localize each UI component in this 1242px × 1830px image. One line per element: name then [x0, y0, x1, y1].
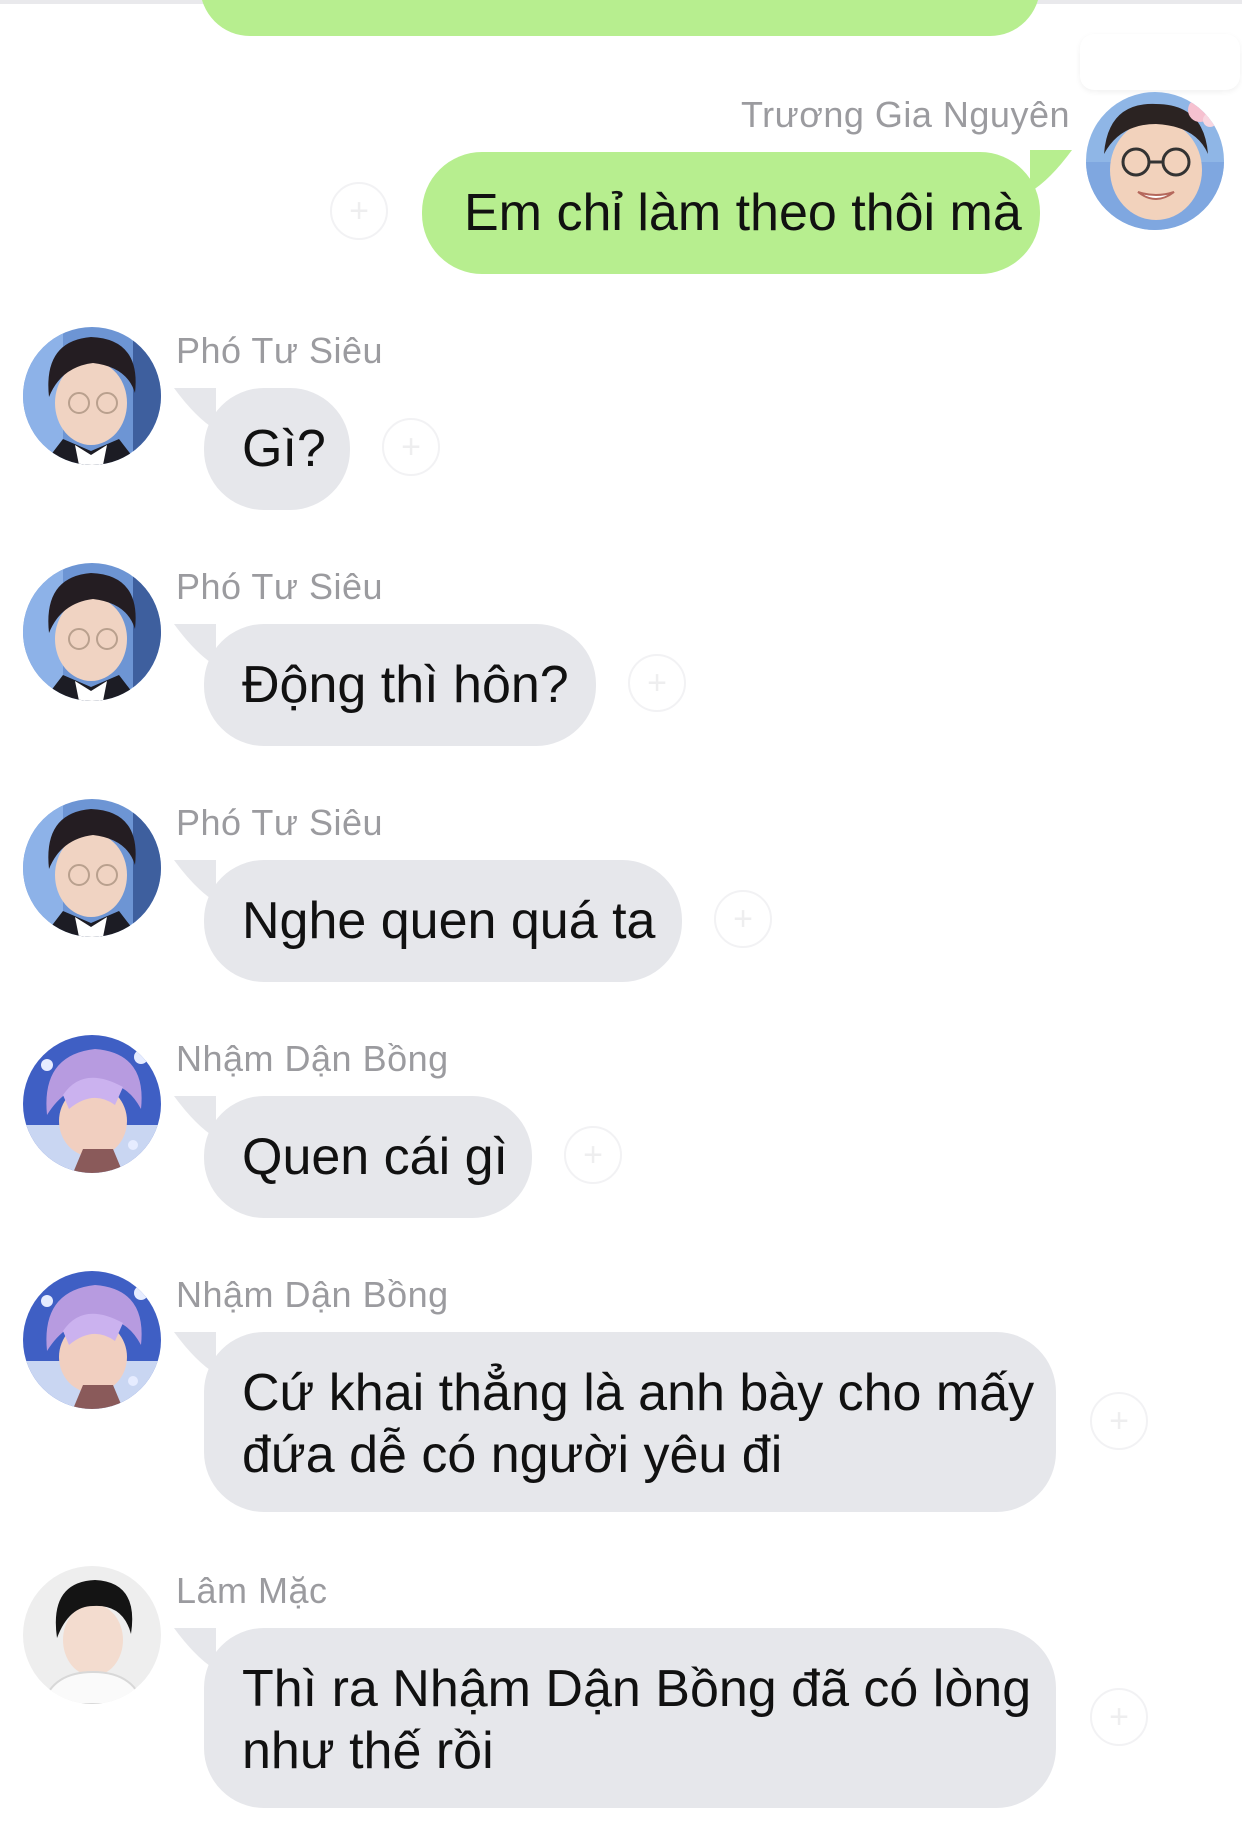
previous-message-bubble[interactable]: [200, 0, 1040, 36]
message-bubble[interactable]: Em chỉ làm theo thôi mà: [422, 152, 1040, 274]
reaction-button[interactable]: [1090, 1392, 1148, 1450]
message-bubble[interactable]: Động thì hôn?: [204, 624, 596, 746]
message-text: Thì ra Nhậm Dận Bồng đã có lòng như thế …: [242, 1660, 1032, 1780]
sender-name: Phó Tư Siêu: [176, 566, 384, 607]
avatar-nham-dan-bong-icon[interactable]: [23, 1035, 161, 1173]
bubble-tail: [1030, 150, 1072, 192]
message-text: Em chỉ làm theo thôi mà: [464, 184, 1022, 242]
sender-name: Phó Tư Siêu: [176, 330, 384, 371]
message-text: Cứ khai thẳng là anh bày cho mấy đứa dễ …: [242, 1364, 1035, 1484]
sender-name: Nhậm Dận Bồng: [176, 1274, 449, 1315]
scroll-chip: [1080, 34, 1240, 90]
reaction-button[interactable]: [1090, 1688, 1148, 1746]
avatar-pho-tu-sieu-icon[interactable]: [23, 799, 161, 937]
message-text: Gì?: [242, 420, 326, 478]
avatar-truong-gia-nguyen-icon[interactable]: [1086, 92, 1224, 230]
sender-name: Phó Tư Siêu: [176, 802, 384, 843]
sender-name: Trương Gia Nguyên: [740, 94, 1070, 135]
message-bubble[interactable]: Quen cái gì: [204, 1096, 532, 1218]
sender-name: Nhậm Dận Bồng: [176, 1038, 449, 1079]
message-bubble[interactable]: Cứ khai thẳng là anh bày cho mấy đứa dễ …: [204, 1332, 1056, 1512]
avatar-pho-tu-sieu-icon[interactable]: [23, 563, 161, 701]
message-text: Quen cái gì: [242, 1128, 508, 1186]
message-text: Động thì hôn?: [242, 656, 569, 714]
sender-name: Lâm Mặc: [176, 1570, 328, 1611]
chat-thread: Trương Gia Nguyên Em chỉ làm theo thôi m…: [0, 0, 1242, 1830]
message-bubble[interactable]: Thì ra Nhậm Dận Bồng đã có lòng như thế …: [204, 1628, 1056, 1808]
reaction-button[interactable]: [714, 890, 772, 948]
avatar-pho-tu-sieu-icon[interactable]: [23, 327, 161, 465]
message-bubble[interactable]: Gì?: [204, 388, 350, 510]
reaction-button[interactable]: [330, 182, 388, 240]
avatar-nham-dan-bong-icon[interactable]: [23, 1271, 161, 1409]
message-text: Nghe quen quá ta: [242, 892, 656, 950]
avatar-lam-mac-icon[interactable]: [23, 1566, 161, 1704]
reaction-button[interactable]: [564, 1126, 622, 1184]
reaction-button[interactable]: [382, 418, 440, 476]
message-bubble[interactable]: Nghe quen quá ta: [204, 860, 682, 982]
reaction-button[interactable]: [628, 654, 686, 712]
